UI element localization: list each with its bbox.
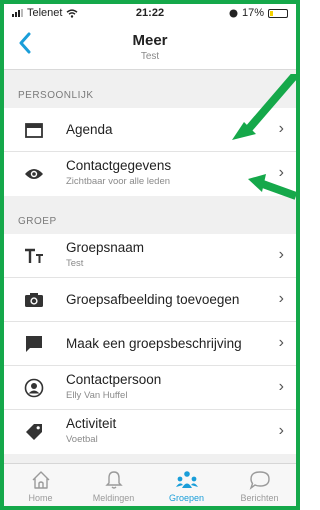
home-icon [31, 469, 51, 491]
chevron-right-icon: › [278, 120, 284, 137]
message-icon [249, 469, 271, 491]
calendar-icon [24, 120, 44, 140]
section-header-persoonlijk: PERSOONLIJK [18, 90, 94, 101]
section-header-groep: GROEP [18, 216, 57, 227]
row-sublabel: Test [66, 258, 84, 269]
tab-groepen[interactable]: Groepen [150, 464, 223, 506]
chevron-right-icon: › [278, 164, 284, 181]
row-agenda[interactable]: Agenda › [4, 108, 296, 152]
row-label: Contactpersoon [66, 372, 162, 387]
list-groep: Groepsnaam Test › Groepsafbeelding toevo… [4, 234, 296, 454]
tab-home[interactable]: Home [4, 464, 77, 506]
row-contactgegevens[interactable]: Contactgegevens Zichtbaar voor alle lede… [4, 152, 296, 196]
status-bar: Telenet 21:22 17% [4, 4, 296, 22]
chevron-right-icon: › [278, 378, 284, 395]
lock-rotation-icon [229, 9, 238, 17]
battery-fill [270, 10, 273, 16]
tab-label: Groepen [168, 493, 205, 503]
status-right: 17% [229, 7, 288, 19]
row-label: Agenda [66, 122, 113, 137]
person-icon [24, 378, 44, 398]
tab-bar: Home Meldingen Groepen Berichten [4, 463, 296, 506]
row-activiteit[interactable]: Activiteit Voetbal › [4, 410, 296, 454]
row-sublabel: Zichtbaar voor alle leden [66, 176, 171, 187]
row-sublabel: Elly Van Huffel [66, 390, 128, 401]
tab-meldingen[interactable]: Meldingen [77, 464, 150, 506]
tab-label: Meldingen [92, 493, 135, 503]
tag-icon [24, 422, 44, 442]
row-groepsnaam[interactable]: Groepsnaam Test › [4, 234, 296, 278]
tab-label: Berichten [240, 493, 279, 503]
eye-icon [24, 164, 44, 184]
tab-label: Home [28, 493, 53, 503]
bell-icon [104, 469, 123, 491]
chevron-right-icon: › [278, 334, 284, 351]
chat-icon [24, 334, 44, 354]
page-title: Meer [132, 32, 168, 49]
chevron-right-icon: › [278, 290, 284, 307]
camera-icon [24, 290, 44, 310]
row-label: Groepsnaam [66, 240, 145, 255]
row-label: Groepsafbeelding toevoegen [66, 292, 240, 307]
chevron-right-icon: › [278, 422, 284, 439]
text-icon [24, 246, 44, 266]
page-subtitle: Test [140, 51, 160, 62]
row-label: Contactgegevens [66, 158, 172, 173]
row-sublabel: Voetbal [66, 434, 98, 445]
row-label: Activiteit [66, 416, 117, 431]
battery-icon [268, 8, 288, 18]
list-persoonlijk: Agenda › Contactgegevens Zichtbaar voor … [4, 108, 296, 196]
group-icon [175, 469, 199, 491]
settings-content: PERSOONLIJK Agenda › Contactgegevens Zic… [4, 70, 296, 463]
row-groepsbeschrijving[interactable]: Maak een groepsbeschrijving › [4, 322, 296, 366]
row-contactpersoon[interactable]: Contactpersoon Elly Van Huffel › [4, 366, 296, 410]
nav-bar: Meer Test [4, 22, 296, 70]
row-groepsafbeelding[interactable]: Groepsafbeelding toevoegen › [4, 278, 296, 322]
screenshot-frame: Telenet 21:22 17% Meer Test PERSOONLIJK … [0, 0, 300, 510]
row-label: Maak een groepsbeschrijving [66, 336, 242, 351]
tab-berichten[interactable]: Berichten [223, 464, 296, 506]
battery-percent: 17% [241, 7, 264, 19]
chevron-right-icon: › [278, 246, 284, 263]
